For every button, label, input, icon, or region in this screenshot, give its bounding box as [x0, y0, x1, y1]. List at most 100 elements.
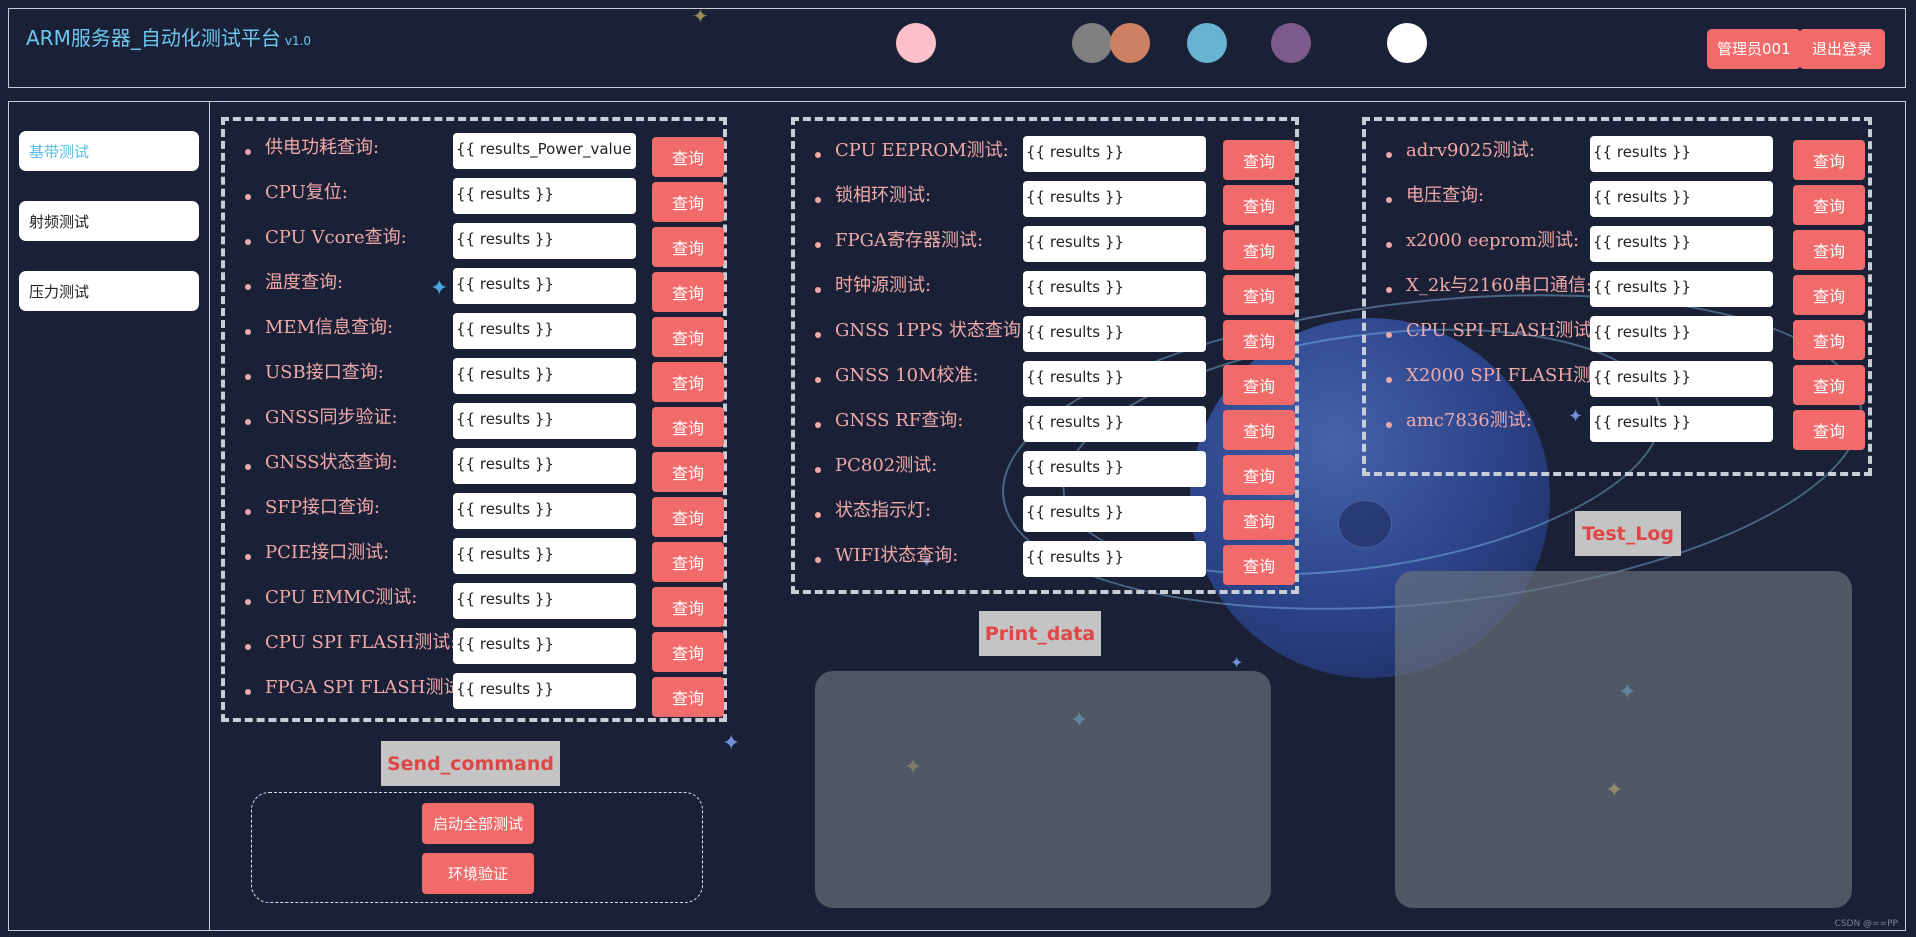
result-field[interactable]: {{ results }}	[1023, 541, 1206, 577]
result-field[interactable]: {{ results }}	[1023, 451, 1206, 487]
query-button[interactable]: 查询	[652, 407, 724, 447]
color-dot[interactable]	[1187, 23, 1227, 63]
test-row: CPU EMMC测试: {{ results }} 查询	[225, 581, 724, 627]
sidebar-item-rf[interactable]: 射频测试	[19, 201, 199, 241]
result-field[interactable]: {{ results }}	[453, 403, 636, 439]
result-field[interactable]: {{ results }}	[1590, 406, 1773, 442]
print-data-area[interactable]	[815, 671, 1271, 908]
query-button[interactable]: 查询	[1793, 365, 1865, 405]
result-field[interactable]: {{ results }}	[1023, 361, 1206, 397]
query-button[interactable]: 查询	[652, 587, 724, 627]
result-field[interactable]: {{ results }}	[1590, 136, 1773, 172]
result-field[interactable]: {{ results }}	[1590, 316, 1773, 352]
query-button[interactable]: 查询	[652, 542, 724, 582]
query-button[interactable]: 查询	[652, 452, 724, 492]
test-label: 供电功耗查询:	[265, 137, 380, 158]
query-button[interactable]: 查询	[1223, 455, 1295, 495]
result-field[interactable]: {{ results }}	[453, 628, 636, 664]
query-button[interactable]: 查询	[1793, 320, 1865, 360]
query-button[interactable]: 查询	[1793, 140, 1865, 180]
query-button[interactable]: 查询	[1223, 545, 1295, 585]
result-field[interactable]: {{ results }}	[1023, 226, 1206, 262]
query-button[interactable]: 查询	[652, 317, 724, 357]
test-log-area[interactable]	[1395, 571, 1852, 908]
result-field[interactable]: {{ results }}	[1023, 406, 1206, 442]
result-field[interactable]: {{ results_Power_value }}	[453, 133, 636, 169]
start-all-tests-button[interactable]: 启动全部测试	[422, 803, 534, 844]
test-label: GNSS状态查询:	[265, 452, 398, 473]
admin-button[interactable]: 管理员001	[1707, 29, 1801, 69]
result-field[interactable]: {{ results }}	[453, 583, 636, 619]
result-field[interactable]: {{ results }}	[453, 223, 636, 259]
environment-verify-button[interactable]: 环境验证	[422, 853, 534, 894]
result-field[interactable]: {{ results }}	[453, 538, 636, 574]
result-field[interactable]: {{ results }}	[1023, 316, 1206, 352]
query-button[interactable]: 查询	[652, 677, 724, 717]
test-row: 状态指示灯: {{ results }} 查询	[795, 494, 1295, 540]
result-field[interactable]: {{ results }}	[1590, 271, 1773, 307]
test-label: GNSS 1PPS 状态查询:	[835, 320, 1027, 341]
bullet-icon	[815, 242, 821, 248]
logout-button[interactable]: 退出登录	[1799, 29, 1886, 69]
result-field[interactable]: {{ results }}	[1023, 271, 1206, 307]
test-row: CPU Vcore查询: {{ results }} 查询	[225, 221, 724, 267]
bullet-icon	[245, 284, 251, 290]
test-row: GNSS RF查询: {{ results }} 查询	[795, 404, 1295, 450]
color-dot[interactable]	[1110, 23, 1150, 63]
result-field[interactable]: {{ results }}	[1023, 136, 1206, 172]
test-label: PCIE接口测试:	[265, 542, 390, 563]
sidebar-item-stress[interactable]: 压力测试	[19, 271, 199, 311]
query-button[interactable]: 查询	[1793, 185, 1865, 225]
test-label: WIFI状态查询:	[835, 545, 959, 566]
query-button[interactable]: 查询	[1223, 500, 1295, 540]
query-button[interactable]: 查询	[1223, 230, 1295, 270]
sidebar-item-baseband[interactable]: 基带测试	[19, 131, 199, 171]
test-label: X_2k与2160串口通信:	[1406, 275, 1593, 296]
result-field[interactable]: {{ results }}	[453, 493, 636, 529]
result-field[interactable]: {{ results }}	[453, 448, 636, 484]
query-button[interactable]: 查询	[652, 272, 724, 312]
query-button[interactable]: 查询	[652, 182, 724, 222]
test-row: X_2k与2160串口通信:{{ results }} 查询	[1366, 269, 1868, 315]
print-data-title: Print_data	[979, 611, 1101, 656]
result-field[interactable]: {{ results }}	[453, 178, 636, 214]
query-button[interactable]: 查询	[1223, 365, 1295, 405]
result-field[interactable]: {{ results }}	[453, 673, 636, 709]
query-button[interactable]: 查询	[652, 497, 724, 537]
bullet-icon	[1386, 422, 1392, 428]
test-row: 供电功耗查询: {{ results_Power_value }} 查询	[225, 131, 724, 177]
color-dot[interactable]	[1387, 23, 1427, 63]
result-field[interactable]: {{ results }}	[1590, 181, 1773, 217]
test-label: x2000 eeprom测试:	[1406, 230, 1580, 251]
result-field[interactable]: {{ results }}	[453, 313, 636, 349]
query-button[interactable]: 查询	[1223, 185, 1295, 225]
query-button[interactable]: 查询	[1223, 410, 1295, 450]
result-field[interactable]: {{ results }}	[1023, 181, 1206, 217]
color-dot[interactable]	[896, 23, 936, 63]
query-button[interactable]: 查询	[1793, 230, 1865, 270]
query-button[interactable]: 查询	[652, 632, 724, 672]
bullet-icon	[245, 599, 251, 605]
query-button[interactable]: 查询	[652, 362, 724, 402]
query-button[interactable]: 查询	[1793, 275, 1865, 315]
query-button[interactable]: 查询	[1793, 410, 1865, 450]
query-button[interactable]: 查询	[652, 137, 724, 177]
result-field[interactable]: {{ results }}	[1023, 496, 1206, 532]
bullet-icon	[1386, 242, 1392, 248]
query-button[interactable]: 查询	[1223, 140, 1295, 180]
bullet-icon	[245, 194, 251, 200]
bullet-icon	[245, 554, 251, 560]
test-row: CPU SPI FLASH测试:{{ results }} 查询	[1366, 314, 1868, 360]
query-button[interactable]: 查询	[1223, 320, 1295, 360]
test-label: CPU EEPROM测试:	[835, 140, 1009, 161]
color-dot[interactable]	[1271, 23, 1311, 63]
bullet-icon	[1386, 152, 1392, 158]
query-button[interactable]: 查询	[652, 227, 724, 267]
query-button[interactable]: 查询	[1223, 275, 1295, 315]
result-field[interactable]: {{ results }}	[453, 358, 636, 394]
bullet-icon	[245, 464, 251, 470]
color-dot[interactable]	[1072, 23, 1112, 63]
result-field[interactable]: {{ results }}	[453, 268, 636, 304]
result-field[interactable]: {{ results }}	[1590, 226, 1773, 262]
result-field[interactable]: {{ results }}	[1590, 361, 1773, 397]
